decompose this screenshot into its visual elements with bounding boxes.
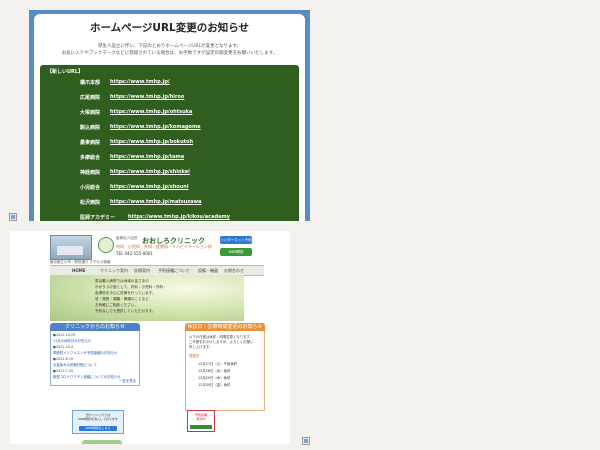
news-item-link[interactable]: 11月の休診日のお知らせ xyxy=(53,338,91,343)
broken-image-icon xyxy=(302,437,310,445)
clinic-building-photo xyxy=(50,235,92,260)
schedule-text: 申し上げます。 xyxy=(189,345,213,349)
clinic-page: 医療法人社団 おおしろクリニック 内科・小児科・外科・皮膚科・リハビリテーション… xyxy=(10,231,290,444)
url-row: 橋爪本部 https://www.tmhp.jp/ xyxy=(40,79,299,91)
news-section-header: クリニックからのお知らせ xyxy=(50,323,140,331)
nav-medical-info[interactable]: 診療案内 xyxy=(134,266,150,275)
hospital-url-link[interactable]: https://www.tmhp.jp/komagome xyxy=(110,124,201,130)
hospital-url-link[interactable]: https://www.tmhp.jp/tama xyxy=(110,154,184,160)
web-questionnaire-banner[interactable]: 当クリニックでは WEB問診を導入しております WEB問診はこちら xyxy=(72,410,124,434)
web-questionnaire-banner-button[interactable]: WEB問診はこちら xyxy=(79,426,117,431)
url-row: 墨東病院 https://www.tmhp.jp/bokutoh xyxy=(40,139,299,151)
notice-title: ホームページURL変更のお知らせ xyxy=(89,22,250,34)
clinic-subtitle: 医療法人社団 xyxy=(116,236,137,240)
schedule-row: 12月28日（水）休診 xyxy=(198,369,231,373)
schedule-row: 12月27日（火）午後休診 xyxy=(198,362,238,366)
notice-body-line: お気に入りやブックマークなどに登録されている場合は、お手数ですが設定の御変更をお… xyxy=(61,51,278,56)
hospital-name: 橋爪本部 xyxy=(80,80,101,86)
hospital-url-link[interactable]: https://www.tmhp.jp/matsuzawa xyxy=(110,199,202,205)
url-row: 神経病院 https://www.tmhp.jp/shinkei xyxy=(40,169,299,181)
hospital-url-link[interactable]: https://www.tmhp.jp/shouni xyxy=(110,184,189,190)
schedule-box: 以下の日程は休診・時間変更となります。 ご不便をおかけしますが、よろしくお願い … xyxy=(185,331,265,411)
green-banner[interactable] xyxy=(82,440,122,444)
url-box-title: 【新しいURL】 xyxy=(47,69,84,75)
banner-line: 受付中 xyxy=(196,417,206,421)
news-date: ●2022.8.10 xyxy=(53,357,74,361)
hospital-name: 墨東病院 xyxy=(80,140,101,146)
url-change-notice: ホームページURL変更のお知らせ 厚生人設立に伴い、下記のとおりホームページUR… xyxy=(29,10,310,221)
hospital-url-link[interactable]: https://www.tmhp.jp/ xyxy=(110,79,170,85)
hospital-url-link[interactable]: https://www.tmhp.jp/hiroo xyxy=(110,94,184,100)
nav-contact[interactable]: お問合わせ xyxy=(224,266,244,275)
news-box: ●2022.10.25 11月の休診日のお知らせ ●2022.10.4 季節性イ… xyxy=(50,331,140,386)
news-date: ●2022.7.20 xyxy=(53,369,74,373)
news-more-link[interactable]: 一覧を見る xyxy=(119,378,136,383)
hospital-name: 広尾病院 xyxy=(80,95,101,101)
url-row: 駒込病院 https://www.tmhp.jp/komagome xyxy=(40,124,299,136)
internet-reservation-button[interactable]: インターネット予約 xyxy=(220,236,252,244)
notice-body-line: 厚生人設立に伴い、下記のとおりホームページURLが変更となります。 xyxy=(97,44,242,49)
url-row: 松沢病院 https://www.tmhp.jp/matsuzawa xyxy=(40,199,299,211)
notice-body: 厚生人設立に伴い、下記のとおりホームページURLが変更となります。 お気に入りや… xyxy=(34,43,305,57)
schedule-row: 12月29日（木）休診 xyxy=(198,376,231,380)
hospital-name: 小児総合 xyxy=(80,185,101,191)
news-date: ●2022.10.4 xyxy=(53,345,74,349)
news-date: ●2022.10.25 xyxy=(53,333,76,337)
vaccination-banner[interactable]: 予防接種 受付中 xyxy=(187,410,215,432)
url-row: 医師アカデミー https://www.tmhp.jp/kikou/academ… xyxy=(40,214,299,221)
hospital-name: 神経病院 xyxy=(80,170,101,176)
banner-decoration xyxy=(190,425,212,429)
news-item-link[interactable]: 季節性インフルエンザ予防接種のお知らせ xyxy=(53,350,117,355)
schedule-label: 変更日 xyxy=(189,354,200,358)
banner-line: WEB問診を導入しております xyxy=(78,417,118,421)
hero-line: 予約なしでも受診していただけます。 xyxy=(95,309,156,313)
news-item-link[interactable]: 新型コロナワクチン接種についてのお知らせ xyxy=(53,374,121,379)
nav-vaccination[interactable]: 予防接種について xyxy=(158,266,190,275)
hospital-name: 医師アカデミー xyxy=(80,215,116,221)
news-item-link[interactable]: お盆休みの診療日程について xyxy=(53,362,97,367)
hero-banner: 泉谷義人病院では地域の皆さまの かかりつけ医として、内科・小児科・外科・ 皮膚科… xyxy=(50,275,244,321)
url-row: 大塚病院 https://www.tmhp.jp/ohtsuka xyxy=(40,109,299,121)
new-url-box: 【新しいURL】 橋爪本部 https://www.tmhp.jp/ 広尾病院 … xyxy=(40,65,299,221)
clinic-logo-icon xyxy=(98,237,114,253)
hospital-name: 大塚病院 xyxy=(80,110,101,116)
hospital-url-link[interactable]: https://www.tmhp.jp/kikou/academy xyxy=(128,214,230,220)
url-row: 多摩総合 https://www.tmhp.jp/tama xyxy=(40,154,299,166)
nav-clinic-info[interactable]: クリニック案内 xyxy=(100,266,128,275)
schedule-section-header: 休診日・診療時間変更のお知らせ xyxy=(185,323,265,331)
hospital-url-link[interactable]: https://www.tmhp.jp/shinkei xyxy=(110,169,190,175)
broken-image-icon xyxy=(9,213,17,221)
hospital-name: 多摩総合 xyxy=(80,155,101,161)
nav-equipment[interactable]: 設備・機器 xyxy=(198,266,218,275)
nav-home[interactable]: HOME xyxy=(72,266,85,275)
hospital-url-link[interactable]: https://www.tmhp.jp/bokutoh xyxy=(110,139,193,145)
clinic-departments: 内科・小児科・外科・皮膚科・リハビリテーション科 xyxy=(116,244,212,249)
clinic-header: 医療法人社団 おおしろクリニック 内科・小児科・外科・皮膚科・リハビリテーション… xyxy=(10,231,290,260)
web-questionnaire-button[interactable]: WEB問診 xyxy=(220,248,252,256)
hero-text: 泉谷義人病院では地域の皆さまの かかりつけ医として、内科・小児科・外科・ 皮膚科… xyxy=(95,278,205,314)
notice-panel: ホームページURL変更のお知らせ 厚生人設立に伴い、下記のとおりホームページUR… xyxy=(34,14,305,221)
hospital-name: 松沢病院 xyxy=(80,200,101,206)
hospital-url-link[interactable]: https://www.tmhp.jp/ohtsuka xyxy=(110,109,192,115)
schedule-row: 12月30日（金）休診 xyxy=(198,383,231,387)
url-row: 広尾病院 https://www.tmhp.jp/hiroo xyxy=(40,94,299,106)
hospital-name: 駒込病院 xyxy=(80,125,101,131)
clinic-tel: TEL 042-555-0001 xyxy=(116,251,153,256)
url-row: 小児総合 https://www.tmhp.jp/shouni xyxy=(40,184,299,196)
